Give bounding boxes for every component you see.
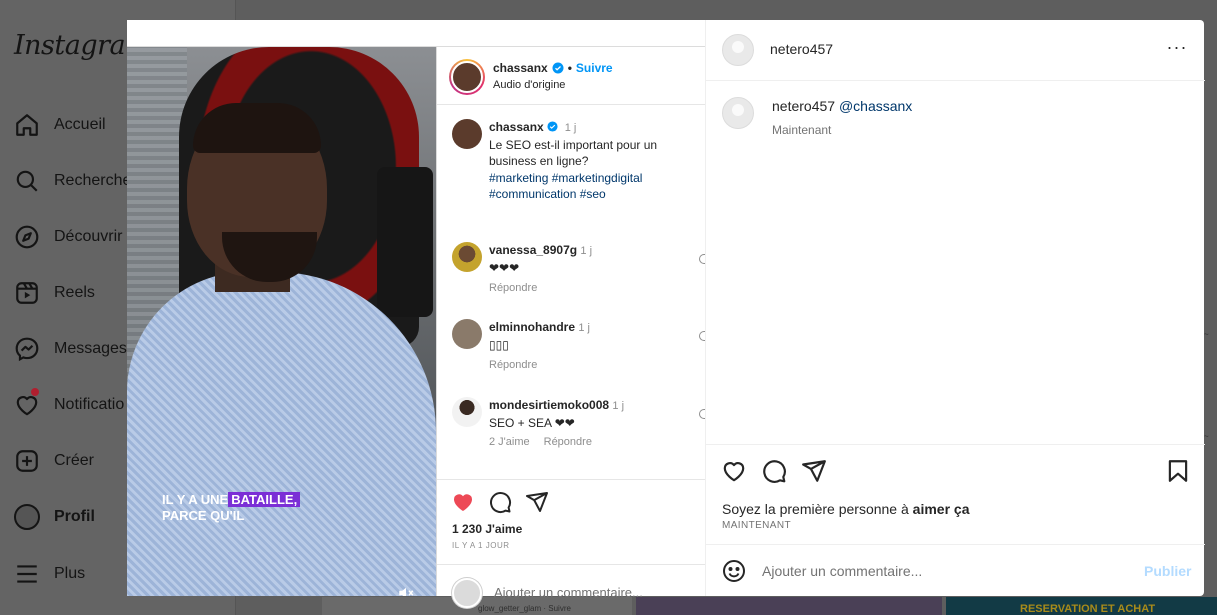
like-icon[interactable]	[721, 458, 747, 484]
author-avatar[interactable]	[449, 59, 485, 95]
post-username[interactable]: netero457	[770, 41, 833, 57]
background-tile-banner: RESERVATION ET ACHAT	[1020, 603, 1156, 615]
sidebar-item-explore[interactable]: Découvrir	[14, 222, 122, 252]
reel-header: chassanx • Suivre Audio d'origine	[437, 47, 706, 105]
liked-heart-icon[interactable]	[451, 490, 475, 514]
like-link[interactable]: aimer ça	[913, 501, 970, 517]
post-details: netero457 ··· netero457 @chassanx Mainte…	[705, 20, 1205, 596]
menu-icon	[17, 565, 37, 583]
compass-icon	[15, 225, 39, 249]
reel-likes-count[interactable]: 1 230 J'aime	[452, 522, 522, 536]
post-media: IL Y A UNE BATAILLE, PARCE QU'IL chassanx…	[127, 20, 707, 608]
avatar	[14, 504, 40, 530]
sidebar-item-label: Découvrir	[54, 228, 123, 245]
sidebar-item-label: Créer	[54, 452, 95, 469]
post-caption: netero457 @chassanx	[772, 98, 912, 114]
home-icon	[16, 114, 38, 136]
comment-input[interactable]	[762, 555, 1132, 587]
search-icon	[16, 170, 38, 192]
avatar	[452, 578, 482, 608]
sidebar-item-home[interactable]: Accueil	[14, 110, 106, 140]
comment-bar: Publier	[706, 544, 1205, 596]
emoji-icon[interactable]	[722, 559, 746, 583]
messenger-icon	[15, 337, 39, 362]
more-options-icon[interactable]: ···	[1165, 38, 1189, 60]
sidebar-item-search[interactable]: Recherche	[14, 166, 131, 196]
sidebar-item-label: Notificatio	[54, 396, 125, 413]
sidebar-item-label: Profil	[54, 508, 95, 525]
post-timestamp: MAINTENANT	[722, 520, 791, 531]
publish-button[interactable]: Publier	[1144, 563, 1191, 579]
reel-screenshot-topbar	[127, 20, 705, 47]
muted-speaker-icon[interactable]	[397, 584, 415, 596]
caption-username[interactable]: netero457	[772, 98, 835, 114]
author-username[interactable]: chassanx	[493, 61, 548, 75]
sidebar-item-messages[interactable]: Messages	[14, 334, 127, 364]
reply-button[interactable]: Répondre	[544, 436, 592, 448]
avatar[interactable]	[722, 97, 754, 129]
reply-button[interactable]: Répondre	[489, 359, 537, 371]
reel-comment-placeholder: Ajouter un commentaire...	[494, 585, 643, 600]
sidebar-item-notifications[interactable]: Notificatio	[14, 388, 125, 420]
sidebar-item-more[interactable]: Plus	[14, 559, 85, 589]
reel-video[interactable]: IL Y A UNE BATAILLE, PARCE QU'IL	[127, 47, 436, 596]
reel-actions-divider	[437, 479, 706, 480]
reel-comment-bar: Ajouter un commentaire...	[437, 564, 706, 608]
follow-button[interactable]: Suivre	[576, 61, 613, 75]
video-subtitle: IL Y A UNE BATAILLE, PARCE QU'IL	[162, 492, 301, 524]
background-tile	[636, 597, 942, 615]
post-header: netero457 ···	[706, 20, 1205, 81]
verified-badge-icon	[552, 62, 564, 74]
comment-icon[interactable]	[761, 458, 787, 484]
reel-timestamp: IL Y A 1 JOUR	[452, 541, 510, 550]
share-icon[interactable]	[801, 458, 827, 484]
share-icon[interactable]	[525, 490, 549, 514]
avatar[interactable]	[722, 34, 754, 66]
sidebar-item-create[interactable]: Créer	[14, 446, 94, 476]
caption-mention[interactable]: @chassanx	[839, 98, 912, 114]
avatar[interactable]	[452, 319, 482, 349]
avatar[interactable]	[452, 397, 482, 427]
heart-icon	[16, 396, 38, 416]
comment-likes-count[interactable]: 2 J'aime	[489, 436, 530, 448]
comment-icon[interactable]	[488, 490, 512, 514]
verified-badge-icon	[547, 121, 558, 132]
reply-button[interactable]: Répondre	[489, 282, 537, 294]
sidebar-item-label: Accueil	[54, 116, 106, 133]
reels-icon	[16, 282, 38, 304]
notification-dot	[31, 388, 39, 396]
hashtags[interactable]: #marketing #marketingdigital #communicat…	[489, 171, 642, 202]
audio-label[interactable]: Audio d'origine	[493, 79, 565, 91]
sidebar-item-label: Messages	[54, 340, 127, 357]
bookmark-icon[interactable]	[1165, 458, 1191, 484]
plus-square-icon	[16, 450, 38, 472]
reel-comments-panel: chassanx • Suivre Audio d'origine chassa…	[436, 47, 707, 608]
sidebar-item-label: Recherche	[54, 172, 132, 189]
background-tile-username: glow_getter_glam · Suivre	[478, 604, 571, 613]
likes-summary: Soyez la première personne à aimer ça	[722, 501, 970, 517]
microphone	[377, 167, 433, 317]
avatar[interactable]	[452, 242, 482, 272]
sidebar-item-reels[interactable]: Reels	[14, 278, 95, 308]
sidebar-item-label: Reels	[54, 284, 95, 301]
sidebar-item-label: Plus	[54, 565, 86, 582]
sidebar-item-profile[interactable]: Profil	[14, 502, 95, 532]
caption-timestamp: Maintenant	[772, 123, 832, 137]
author-avatar[interactable]	[452, 119, 482, 149]
